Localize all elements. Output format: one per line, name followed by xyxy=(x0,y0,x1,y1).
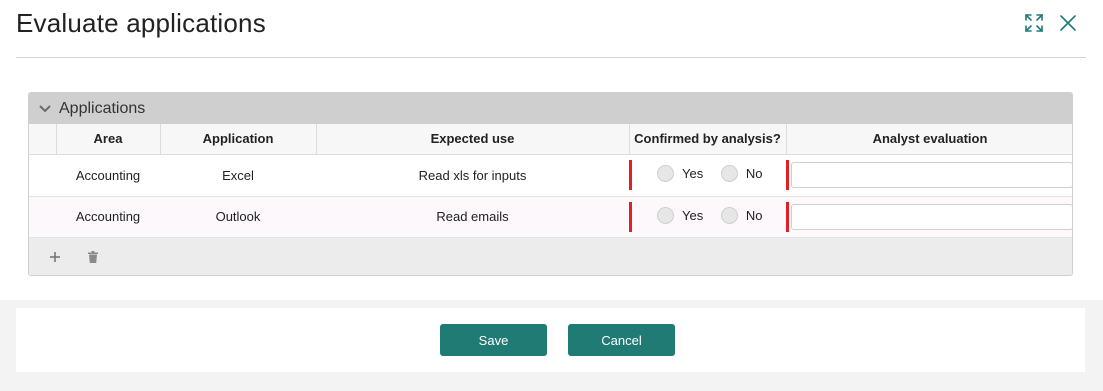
expand-icon[interactable] xyxy=(1023,12,1045,34)
plus-icon[interactable] xyxy=(47,249,63,265)
close-icon[interactable] xyxy=(1057,12,1079,34)
radio-circle[interactable] xyxy=(657,206,674,224)
radio-circle[interactable] xyxy=(657,165,674,182)
required-indicator xyxy=(786,201,789,232)
applications-table: Area Application Expected use Confirmed … xyxy=(29,124,1072,238)
row-selector[interactable] xyxy=(29,196,56,238)
radio-circle[interactable] xyxy=(720,165,738,182)
panel-toolbar xyxy=(29,238,1072,276)
cell-evaluation xyxy=(786,154,1072,197)
radio-no[interactable]: No xyxy=(720,165,763,182)
analyst-evaluation-input[interactable] xyxy=(791,162,1072,188)
radio-no-label: No xyxy=(745,166,763,181)
column-header-application[interactable]: Application xyxy=(160,124,317,155)
radio-circle[interactable] xyxy=(720,206,738,224)
column-header-evaluation[interactable]: Analyst evaluation xyxy=(786,124,1072,155)
cancel-button[interactable]: Cancel xyxy=(568,324,675,356)
cell-evaluation xyxy=(786,196,1072,238)
row-selector[interactable] xyxy=(29,154,56,197)
trash-icon[interactable] xyxy=(85,249,101,265)
required-indicator xyxy=(629,159,632,190)
header-divider xyxy=(16,57,1086,58)
radio-yes[interactable]: Yes xyxy=(657,165,703,182)
dialog-footer: Save Cancel xyxy=(16,308,1085,372)
radio-yes-label: Yes xyxy=(682,207,704,223)
panel-title: Applications xyxy=(59,99,146,117)
column-header-area[interactable]: Area xyxy=(56,124,161,155)
cell-expected-use: Read emails xyxy=(316,196,629,238)
cell-application: Outlook xyxy=(160,196,316,238)
chevron-down-icon[interactable] xyxy=(37,101,53,117)
radio-no[interactable]: No xyxy=(720,206,763,224)
cell-application: Excel xyxy=(160,154,316,197)
dialog-title: Evaluate applications xyxy=(16,8,266,38)
column-header-select xyxy=(29,124,57,155)
radio-no-label: No xyxy=(745,207,763,223)
cell-confirmed: Yes No xyxy=(629,196,786,238)
applications-panel: Applications Area Application Expected u… xyxy=(28,92,1073,276)
analyst-evaluation-input[interactable] xyxy=(791,203,1072,230)
radio-yes[interactable]: Yes xyxy=(657,206,704,224)
cell-confirmed: Yes No xyxy=(629,154,786,197)
required-indicator xyxy=(786,159,789,190)
cell-area: Accounting xyxy=(56,154,160,197)
cell-expected-use: Read xls for inputs xyxy=(316,154,629,197)
table-header-row: Area Application Expected use Confirmed … xyxy=(29,124,1072,155)
column-header-confirmed[interactable]: Confirmed by analysis? xyxy=(629,124,787,155)
table-row[interactable]: Accounting Outlook Read emails Yes No xyxy=(29,196,1072,238)
table-row[interactable]: Accounting Excel Read xls for inputs Yes… xyxy=(29,154,1072,197)
column-header-expected-use[interactable]: Expected use xyxy=(316,124,630,155)
panel-header[interactable]: Applications xyxy=(29,93,1072,124)
save-button[interactable]: Save xyxy=(440,324,547,356)
radio-yes-label: Yes xyxy=(682,166,704,181)
cell-area: Accounting xyxy=(56,196,160,238)
required-indicator xyxy=(629,201,632,232)
